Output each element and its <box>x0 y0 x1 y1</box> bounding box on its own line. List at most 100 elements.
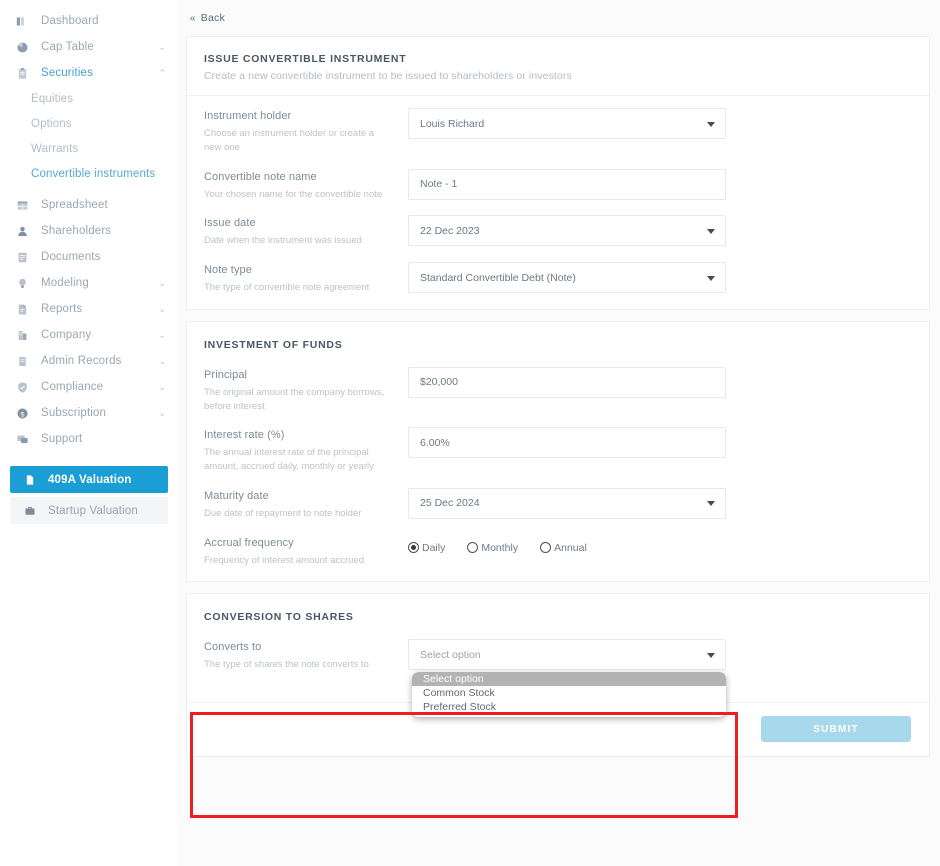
field-convertible-note-name: Convertible note name Your chosen name f… <box>204 168 912 202</box>
radio-monthly[interactable]: Monthly <box>467 542 518 554</box>
field-label: Interest rate (%) <box>204 429 285 442</box>
submit-button[interactable]: SUBMIT <box>761 716 911 743</box>
input-value: $20,000 <box>420 376 458 389</box>
convertible-note-name-input[interactable]: Note - 1 <box>408 168 726 200</box>
back-button[interactable]: « Back <box>190 12 225 24</box>
dropdown-option-select-option[interactable]: Select option <box>412 672 726 687</box>
app-root: Dashboard Cap Table ⌄ Securities ⌃ Equit… <box>0 0 940 866</box>
field-label-group: Accrual frequency Frequency of interest … <box>204 535 408 568</box>
field-instrument-holder: Instrument holder Choose an instrument h… <box>204 108 912 155</box>
back-row: « Back <box>186 0 930 36</box>
sidebar-item-documents[interactable]: Documents <box>0 244 178 270</box>
sidebar-item-label: Subscription <box>41 407 107 419</box>
sidebar-item-label: Securities <box>41 67 93 79</box>
radio-daily[interactable]: Daily <box>408 542 445 554</box>
field-label: Instrument holder <box>204 110 292 122</box>
chevron-down-icon: ⌄ <box>158 277 166 288</box>
chevron-down-icon: ⌄ <box>158 407 166 418</box>
field-help: The annual interest rate of the principa… <box>204 447 374 473</box>
note-type-select[interactable]: Standard Convertible Debt (Note) <box>408 262 726 294</box>
field-help: Choose an instrument holder or create a … <box>204 128 375 153</box>
field-help: Your chosen name for the convertible not… <box>204 188 383 200</box>
sidebar-item-label: Support <box>41 433 83 445</box>
sidebar-subitem-options[interactable]: Options <box>0 111 178 136</box>
field-label-group: Issue date Date when the instrument was … <box>204 215 408 248</box>
pie-chart-icon <box>14 39 30 55</box>
sidebar-item-admin-records[interactable]: Admin Records ⌄ <box>0 348 178 374</box>
field-control-group: Daily Monthly Annual <box>408 535 726 554</box>
radio-label: Monthly <box>481 541 519 554</box>
field-note-type: Note type The type of convertible note a… <box>204 262 912 295</box>
radio-annual[interactable]: Annual <box>540 542 587 554</box>
sidebar-item-cap-table[interactable]: Cap Table ⌄ <box>0 34 178 60</box>
sidebar-item-label: Company <box>41 329 92 341</box>
double-chevron-left-icon: « <box>190 12 196 24</box>
principal-input[interactable]: $20,000 <box>408 366 726 398</box>
maturity-date-select[interactable]: 25 Dec 2024 <box>408 487 726 519</box>
field-help: Date when the instrument was issued <box>204 235 362 247</box>
field-control-group: Standard Convertible Debt (Note) <box>408 262 726 294</box>
card-header: ISSUE CONVERTIBLE INSTRUMENT Create a ne… <box>187 37 929 96</box>
input-value: 6.00% <box>420 436 450 449</box>
card-subtitle: Create a new convertible instrument to b… <box>204 70 572 82</box>
radio-dot-icon <box>408 542 419 554</box>
sidebar-item-shareholders[interactable]: Shareholders <box>0 218 178 244</box>
sidebar-item-label: Compliance <box>41 381 104 393</box>
chevron-down-icon: ⌄ <box>158 329 166 340</box>
sidebar: Dashboard Cap Table ⌄ Securities ⌃ Equit… <box>0 0 178 866</box>
chevron-down-icon <box>707 121 715 127</box>
person-icon <box>14 223 30 239</box>
sidebar-subitem-equities[interactable]: Equities <box>0 86 178 111</box>
sidebar-item-dashboard[interactable]: Dashboard <box>0 8 178 34</box>
chevron-down-icon <box>707 652 715 658</box>
sidebar-subitem-warrants[interactable]: Warrants <box>0 136 178 161</box>
instrument-holder-select[interactable]: Louis Richard <box>408 108 726 139</box>
select-value: 25 Dec 2024 <box>420 497 480 510</box>
grid-icon <box>14 197 30 213</box>
sidebar-item-spreadsheet[interactable]: Spreadsheet <box>0 192 178 218</box>
chevron-down-icon: ⌄ <box>158 303 166 314</box>
dropdown-option-preferred-stock[interactable]: Preferred Stock <box>412 700 726 714</box>
converts-to-select[interactable]: Select option <box>408 639 726 671</box>
sidebar-item-reports[interactable]: Reports ⌄ <box>0 296 178 322</box>
sidebar-item-support[interactable]: Support <box>0 426 178 452</box>
dropdown-option-common-stock[interactable]: Common Stock <box>412 686 726 700</box>
issue-date-select[interactable]: 22 Dec 2023 <box>408 215 726 247</box>
sidebar-subitem-label: Options <box>31 117 72 130</box>
field-help: Due date of repayment to note holder <box>204 507 362 519</box>
field-issue-date: Issue date Date when the instrument was … <box>204 215 912 248</box>
briefcase-icon <box>22 503 38 519</box>
sidebar-item-subscription[interactable]: $ Subscription ⌄ <box>0 400 178 426</box>
field-control-group: $20,000 <box>408 366 726 398</box>
field-control-group: 25 Dec 2024 <box>408 487 726 519</box>
chevron-down-icon <box>707 228 715 234</box>
field-control-group: Note - 1 <box>408 168 726 200</box>
chevron-down-icon <box>707 275 715 281</box>
select-value: Louis Richard <box>420 117 485 130</box>
sidebar-item-company[interactable]: Company ⌄ <box>0 322 178 348</box>
document-icon <box>14 249 30 265</box>
field-control-group: 6.00% <box>408 427 726 459</box>
sidebar-button-409a-valuation[interactable]: 409A Valuation <box>10 466 168 493</box>
archive-icon <box>14 353 30 369</box>
sidebar-button-startup-valuation[interactable]: Startup Valuation <box>10 497 168 524</box>
chevron-down-icon <box>707 501 715 507</box>
sidebar-item-securities[interactable]: Securities ⌃ <box>0 60 178 86</box>
field-label-group: Note type The type of convertible note a… <box>204 262 408 295</box>
investment-of-funds-card: INVESTMENT OF FUNDS Principal The origin… <box>186 320 930 583</box>
sidebar-item-modeling[interactable]: Modeling ⌄ <box>0 270 178 296</box>
sidebar-item-label: Cap Table <box>41 41 94 53</box>
main-content: « Back ISSUE CONVERTIBLE INSTRUMENT Crea… <box>178 0 940 866</box>
sidebar-subitem-convertible-instruments[interactable]: Convertible instruments <box>0 161 178 186</box>
field-label: Convertible note name <box>204 170 317 183</box>
field-control-group: 22 Dec 2023 <box>408 215 726 247</box>
file-icon <box>22 472 38 488</box>
chevron-down-icon: ⌄ <box>158 355 166 366</box>
interest-rate-input[interactable]: 6.00% <box>408 427 726 459</box>
converts-to-dropdown-list[interactable]: Select option Common Stock Preferred Sto… <box>412 672 726 718</box>
field-label-group: Convertible note name Your chosen name f… <box>204 169 408 202</box>
radio-label: Daily <box>422 541 446 554</box>
back-label: Back <box>200 12 225 24</box>
sidebar-item-compliance[interactable]: Compliance ⌄ <box>0 374 178 400</box>
